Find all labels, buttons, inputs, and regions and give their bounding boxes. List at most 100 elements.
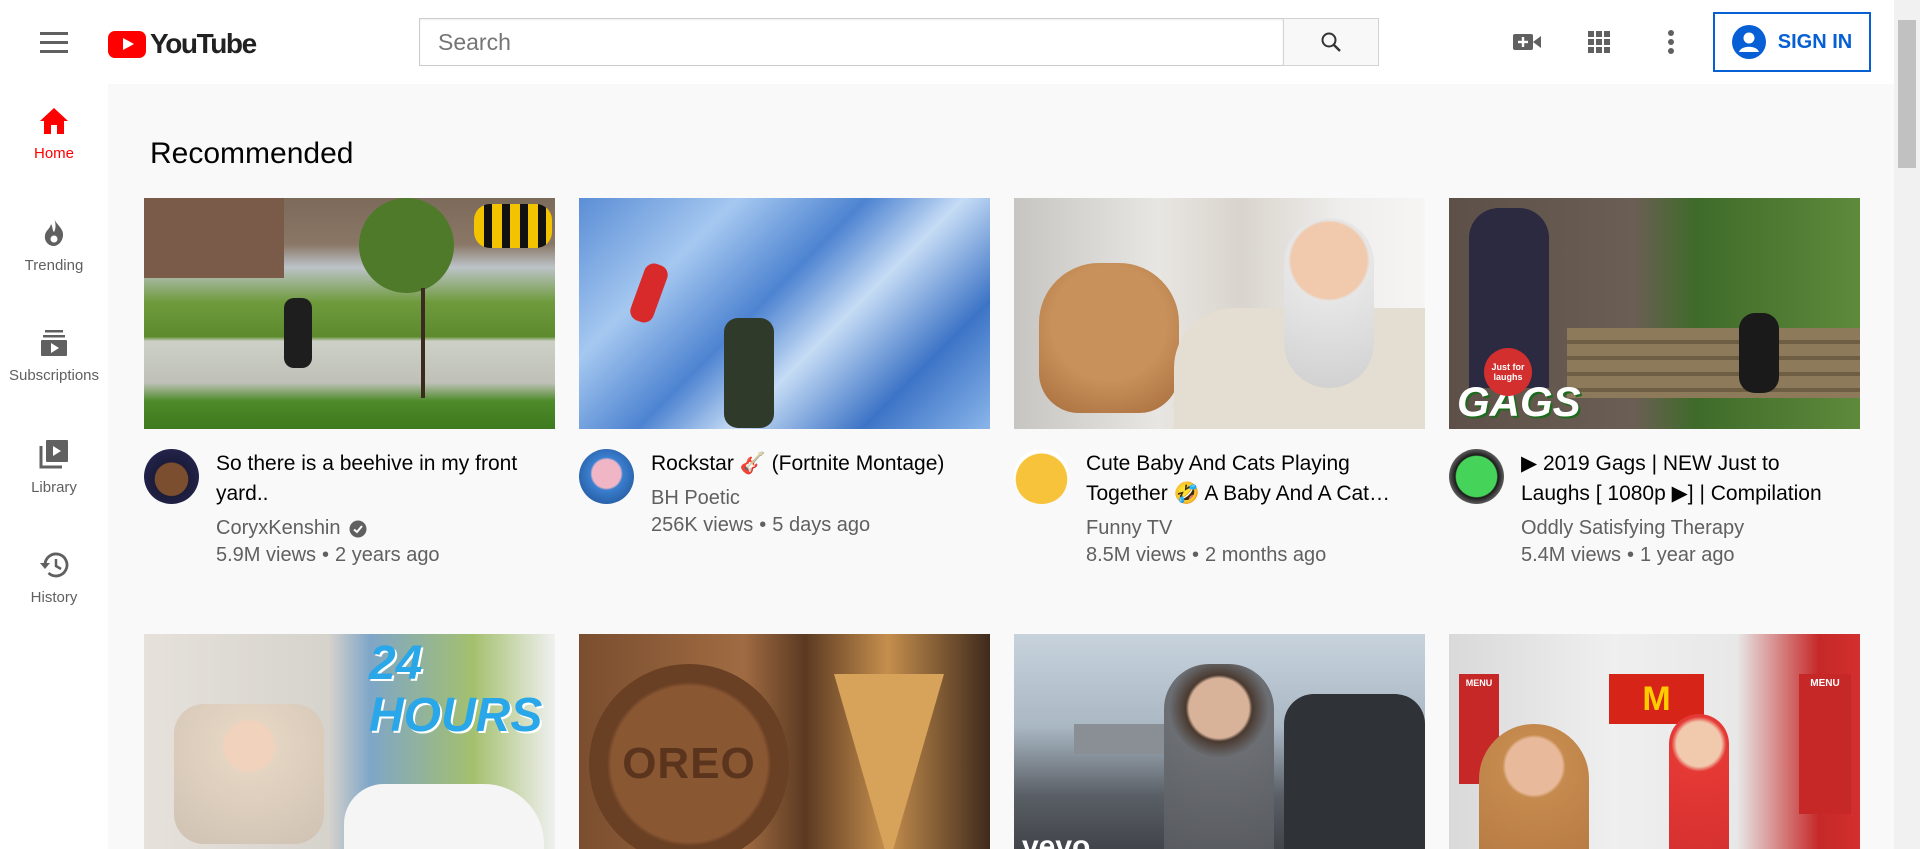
video-thumbnail[interactable]: GAGS Just for laughs <box>1449 198 1860 429</box>
sign-in-button[interactable]: SIGN IN <box>1713 12 1871 72</box>
channel-label: CoryxKenshin <box>216 517 341 539</box>
employee-figure <box>1669 714 1729 849</box>
puppet-figure <box>1739 313 1779 393</box>
channel-name[interactable]: Oddly Satisfying Therapy <box>1521 515 1851 542</box>
channel-avatar[interactable] <box>144 449 199 504</box>
view-count: 5.4M views <box>1521 544 1622 566</box>
apps-button[interactable] <box>1581 24 1617 60</box>
sidebar-item-label: Trending <box>24 256 84 274</box>
video-title[interactable]: So there is a beehive in my front yard.. <box>216 449 546 509</box>
channel-name[interactable]: CoryxKenshin <box>216 515 546 542</box>
white-car <box>344 784 544 849</box>
video-card: M MENU MENU <box>1449 634 1860 849</box>
view-count: 256K views <box>651 514 754 536</box>
channel-avatar[interactable] <box>1449 449 1504 504</box>
page-scrollbar[interactable] <box>1894 0 1920 849</box>
history-icon <box>40 552 69 577</box>
masthead: YouTube SIGN IN <box>0 0 1920 84</box>
person-figure <box>284 298 312 368</box>
video-thumbnail[interactable]: 24 HOURS <box>144 634 555 849</box>
baby-figure <box>1284 218 1374 388</box>
settings-menu-button[interactable] <box>1653 24 1689 60</box>
home-icon <box>40 107 68 134</box>
guitar-icon <box>627 260 671 326</box>
browse-content: Recommended So there is a beehive in my … <box>108 84 1894 849</box>
bench <box>1567 328 1860 398</box>
girl-figure <box>1479 724 1589 849</box>
create-video-button[interactable] <box>1509 24 1545 60</box>
mcdonalds-logo-icon: M <box>1642 680 1671 718</box>
video-card: vevo <box>1014 634 1425 849</box>
search-button[interactable] <box>1283 18 1379 66</box>
upload-age: 1 year ago <box>1640 544 1735 566</box>
youtube-logo[interactable]: YouTube <box>108 28 257 60</box>
channel-label: BH Poetic <box>651 487 740 509</box>
menu-bar <box>40 49 68 53</box>
sidebar-item-label: History <box>30 588 78 606</box>
channel-avatar[interactable] <box>579 449 634 504</box>
search-bar <box>419 18 1379 66</box>
video-card: Cute Baby And Cats Playing Together 🤣 A … <box>1014 198 1425 569</box>
verified-badge-icon <box>349 520 367 537</box>
channel-label: Funny TV <box>1086 517 1173 539</box>
video-stats: 256K views • 5 days ago <box>651 514 871 536</box>
channel-label: Oddly Satisfying Therapy <box>1521 517 1745 539</box>
tree-trunk <box>421 288 425 398</box>
video-thumbnail[interactable] <box>144 198 555 429</box>
view-count: 8.5M views <box>1086 544 1187 566</box>
view-count: 5.9M views <box>216 544 317 566</box>
cat-figure <box>1039 263 1179 413</box>
logo-text: YouTube <box>150 28 257 59</box>
channel-name[interactable]: BH Poetic <box>651 485 981 512</box>
video-card: OREO <box>579 634 990 849</box>
oreo-text: OREO <box>622 739 756 788</box>
house-wall <box>144 198 284 278</box>
vevo-watermark: vevo <box>1022 830 1091 849</box>
menu-board: MENU <box>1799 674 1851 814</box>
scrollbar-thumb[interactable] <box>1898 20 1916 168</box>
upload-age: 2 years ago <box>335 544 440 566</box>
video-card: GAGS Just for laughs ▶ 2019 Gags | NEW J… <box>1449 198 1860 569</box>
video-stats: 5.9M views • 2 years ago <box>216 544 440 566</box>
account-circle-icon <box>1731 25 1766 59</box>
bee-stripes <box>474 204 552 248</box>
video-thumbnail[interactable]: M MENU MENU <box>1449 634 1860 849</box>
subscriptions-icon <box>41 329 67 356</box>
video-title[interactable]: Cute Baby And Cats Playing Together 🤣 A … <box>1086 449 1416 509</box>
library-icon <box>39 439 68 468</box>
video-thumbnail[interactable]: OREO <box>579 634 990 849</box>
video-card: Rockstar 🎸 (Fortnite Montage) BH Poetic … <box>579 198 990 539</box>
sidebar-item-label: Library <box>31 478 77 496</box>
sidebar-item-subscriptions[interactable]: Subscriptions <box>0 306 108 406</box>
sidebar-item-trending[interactable]: Trending <box>0 195 108 295</box>
sidebar-item-history[interactable]: History <box>0 528 108 628</box>
guide-menu-button[interactable] <box>36 24 72 60</box>
sidebar-item-label: Home <box>33 144 74 162</box>
channel-name[interactable]: Funny TV <box>1086 515 1416 542</box>
search-input[interactable] <box>419 18 1283 66</box>
pier <box>1074 724 1164 754</box>
sidebar-item-label: Subscriptions <box>8 366 100 384</box>
video-camera-add-icon <box>1513 34 1541 50</box>
person-in-car <box>174 704 324 844</box>
upload-age: 5 days ago <box>772 514 871 536</box>
sidebar-item-home[interactable]: Home <box>0 84 108 184</box>
video-title[interactable]: ▶ 2019 Gags | NEW Just to Laughs [ 1080p… <box>1521 449 1851 509</box>
jfl-badge: Just for laughs <box>1484 348 1532 396</box>
hours-text: 24 HOURS <box>369 637 543 742</box>
video-stats: 8.5M views • 2 months ago <box>1086 544 1327 566</box>
video-thumbnail[interactable]: vevo <box>1014 634 1425 849</box>
play-logo-icon <box>108 30 146 58</box>
video-card: 24 HOURS <box>144 634 555 849</box>
more-vertical-icon <box>1668 30 1674 54</box>
mini-guide-sidebar: Home Trending Subscriptions Library Hist… <box>0 84 108 849</box>
video-title[interactable]: Rockstar 🎸 (Fortnite Montage) <box>651 449 981 479</box>
video-thumbnail[interactable] <box>1014 198 1425 429</box>
flame-icon <box>44 217 64 246</box>
apps-grid-icon <box>1588 31 1610 53</box>
singer-figure <box>1164 664 1274 849</box>
tree <box>359 198 454 293</box>
channel-avatar[interactable] <box>1014 449 1069 504</box>
sidebar-item-library[interactable]: Library <box>0 417 108 517</box>
video-thumbnail[interactable] <box>579 198 990 429</box>
